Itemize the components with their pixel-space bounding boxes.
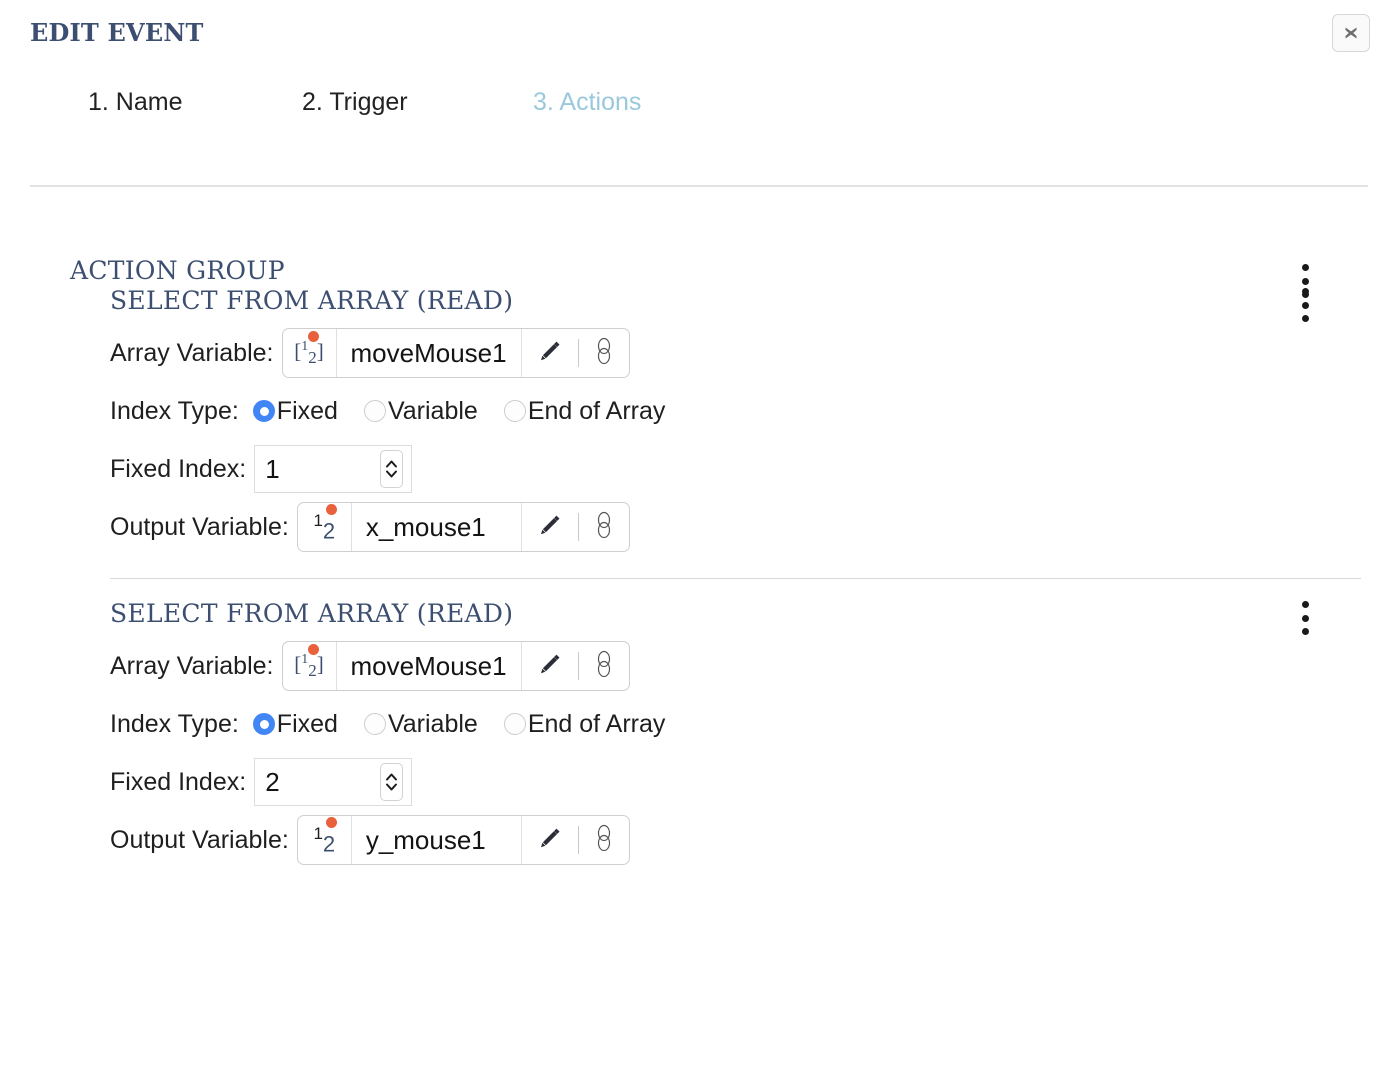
array-variable-edit-button[interactable] bbox=[522, 329, 578, 377]
close-button[interactable] bbox=[1332, 14, 1370, 52]
fixed-index-row: Fixed Index: 1 bbox=[110, 440, 1388, 498]
index-type-option-variable[interactable]: Variable bbox=[363, 709, 478, 739]
index-type-label: Index Type: bbox=[110, 396, 239, 425]
number-variable-icon: 12 bbox=[298, 816, 352, 864]
output-variable-value[interactable]: y_mouse1 bbox=[352, 816, 522, 864]
number-variable-icon: 12 bbox=[298, 503, 352, 551]
index-type-row: Index Type: Fixed Variable End of Array bbox=[110, 695, 1388, 753]
output-variable-row: Output Variable: 12 y_mouse1 bbox=[110, 811, 1388, 869]
radio-icon bbox=[252, 713, 275, 735]
array-variable-control: [12] moveMouse1 bbox=[281, 641, 630, 691]
pencil-icon bbox=[537, 825, 563, 856]
output-variable-value[interactable]: x_mouse1 bbox=[352, 503, 522, 551]
kebab-dot bbox=[1301, 614, 1309, 622]
radio-label: End of Array bbox=[527, 396, 666, 425]
index-type-option-variable[interactable]: Variable bbox=[363, 396, 478, 426]
index-type-radio-group: Fixed Variable End of Array bbox=[252, 709, 692, 739]
radio-label: Fixed bbox=[276, 396, 338, 425]
kebab-dot bbox=[1301, 628, 1309, 635]
array-variable-row: Array Variable: [12] moveMouse1 bbox=[110, 637, 1388, 695]
kebab-dot bbox=[1301, 301, 1309, 309]
index-type-option-fixed[interactable]: Fixed bbox=[252, 396, 338, 426]
fixed-index-input[interactable]: 2 bbox=[254, 758, 413, 806]
array-variable-link-button[interactable] bbox=[579, 329, 629, 377]
fixed-index-value: 2 bbox=[265, 766, 280, 797]
dialog-body: ACTION GROUP SELECT FROM ARRAY (READ) Ar… bbox=[0, 200, 1388, 869]
radio-label: End of Array bbox=[527, 709, 666, 738]
pencil-icon bbox=[537, 512, 563, 543]
array-variable-label: Array Variable: bbox=[110, 338, 274, 367]
array-variable-icon: [12] bbox=[283, 642, 337, 690]
pencil-icon bbox=[537, 338, 563, 369]
kebab-dot bbox=[1301, 288, 1309, 295]
action-header: SELECT FROM ARRAY (READ) bbox=[110, 266, 1388, 324]
output-variable-label: Output Variable: bbox=[110, 825, 289, 854]
array-variable-icon: [12] bbox=[283, 329, 337, 377]
fixed-index-stepper[interactable] bbox=[380, 450, 404, 488]
array-variable-value[interactable]: moveMouse1 bbox=[337, 329, 522, 377]
index-type-option-end-of-array[interactable]: End of Array bbox=[503, 396, 666, 426]
action-header: SELECT FROM ARRAY (READ) bbox=[110, 579, 1388, 637]
index-type-option-fixed[interactable]: Fixed bbox=[252, 709, 338, 739]
array-variable-control: [12] moveMouse1 bbox=[281, 328, 630, 378]
action-menu-button[interactable] bbox=[1295, 601, 1315, 635]
radio-icon bbox=[503, 400, 526, 422]
action-menu-button[interactable] bbox=[1295, 288, 1315, 322]
link-icon bbox=[594, 336, 614, 371]
index-type-row: Index Type: Fixed Variable End of Array bbox=[110, 382, 1388, 440]
index-type-label: Index Type: bbox=[110, 709, 239, 738]
radio-icon bbox=[363, 713, 386, 735]
link-icon bbox=[594, 823, 614, 858]
wizard-tabs: 1. Name 2. Trigger 3. Actions bbox=[0, 72, 1388, 152]
action-select-from-array-2: SELECT FROM ARRAY (READ) Array Variable:… bbox=[0, 579, 1388, 869]
output-variable-control: 12 y_mouse1 bbox=[296, 815, 630, 865]
tab-trigger[interactable]: 2. Trigger bbox=[302, 88, 408, 117]
kebab-dot bbox=[1301, 601, 1309, 608]
index-type-radio-group: Fixed Variable End of Array bbox=[252, 396, 692, 426]
fixed-index-stepper[interactable] bbox=[380, 763, 404, 801]
fixed-index-label: Fixed Index: bbox=[110, 767, 247, 796]
kebab-dot bbox=[1301, 315, 1309, 322]
array-variable-link-button[interactable] bbox=[579, 642, 629, 690]
action-title: SELECT FROM ARRAY (READ) bbox=[110, 599, 514, 628]
index-type-option-end-of-array[interactable]: End of Array bbox=[503, 709, 666, 739]
fixed-index-row: Fixed Index: 2 bbox=[110, 753, 1388, 811]
array-variable-value[interactable]: moveMouse1 bbox=[337, 642, 522, 690]
action-select-from-array-1: SELECT FROM ARRAY (READ) Array Variable:… bbox=[0, 266, 1388, 556]
output-variable-edit-button[interactable] bbox=[522, 503, 578, 551]
fixed-index-label: Fixed Index: bbox=[110, 454, 247, 483]
action-title: SELECT FROM ARRAY (READ) bbox=[110, 286, 514, 315]
tab-name[interactable]: 1. Name bbox=[88, 88, 182, 117]
close-icon bbox=[1341, 23, 1361, 43]
fixed-index-value: 1 bbox=[265, 453, 280, 484]
edit-event-dialog: EDIT EVENT 1. Name 2. Trigger 3. Actions… bbox=[0, 0, 1388, 1084]
radio-label: Fixed bbox=[276, 709, 338, 738]
array-variable-row: Array Variable: [12] moveMouse1 bbox=[110, 324, 1388, 382]
radio-icon bbox=[252, 400, 275, 422]
page-title: EDIT EVENT bbox=[30, 18, 204, 47]
output-variable-edit-button[interactable] bbox=[522, 816, 578, 864]
radio-icon bbox=[503, 713, 526, 735]
dialog-header: EDIT EVENT bbox=[0, 0, 1388, 72]
radio-icon bbox=[363, 400, 386, 422]
fixed-index-input[interactable]: 1 bbox=[254, 445, 413, 493]
output-variable-link-button[interactable] bbox=[579, 816, 629, 864]
output-variable-control: 12 x_mouse1 bbox=[296, 502, 630, 552]
output-variable-link-button[interactable] bbox=[579, 503, 629, 551]
header-divider bbox=[30, 185, 1368, 187]
action-group-header: ACTION GROUP bbox=[0, 200, 1388, 298]
link-icon bbox=[594, 649, 614, 684]
link-icon bbox=[594, 510, 614, 545]
radio-label: Variable bbox=[387, 709, 478, 738]
tab-actions[interactable]: 3. Actions bbox=[533, 88, 641, 117]
output-variable-label: Output Variable: bbox=[110, 512, 289, 541]
pencil-icon bbox=[537, 651, 563, 682]
array-variable-label: Array Variable: bbox=[110, 651, 274, 680]
output-variable-row: Output Variable: 12 x_mouse1 bbox=[110, 498, 1388, 556]
radio-label: Variable bbox=[387, 396, 478, 425]
array-variable-edit-button[interactable] bbox=[522, 642, 578, 690]
